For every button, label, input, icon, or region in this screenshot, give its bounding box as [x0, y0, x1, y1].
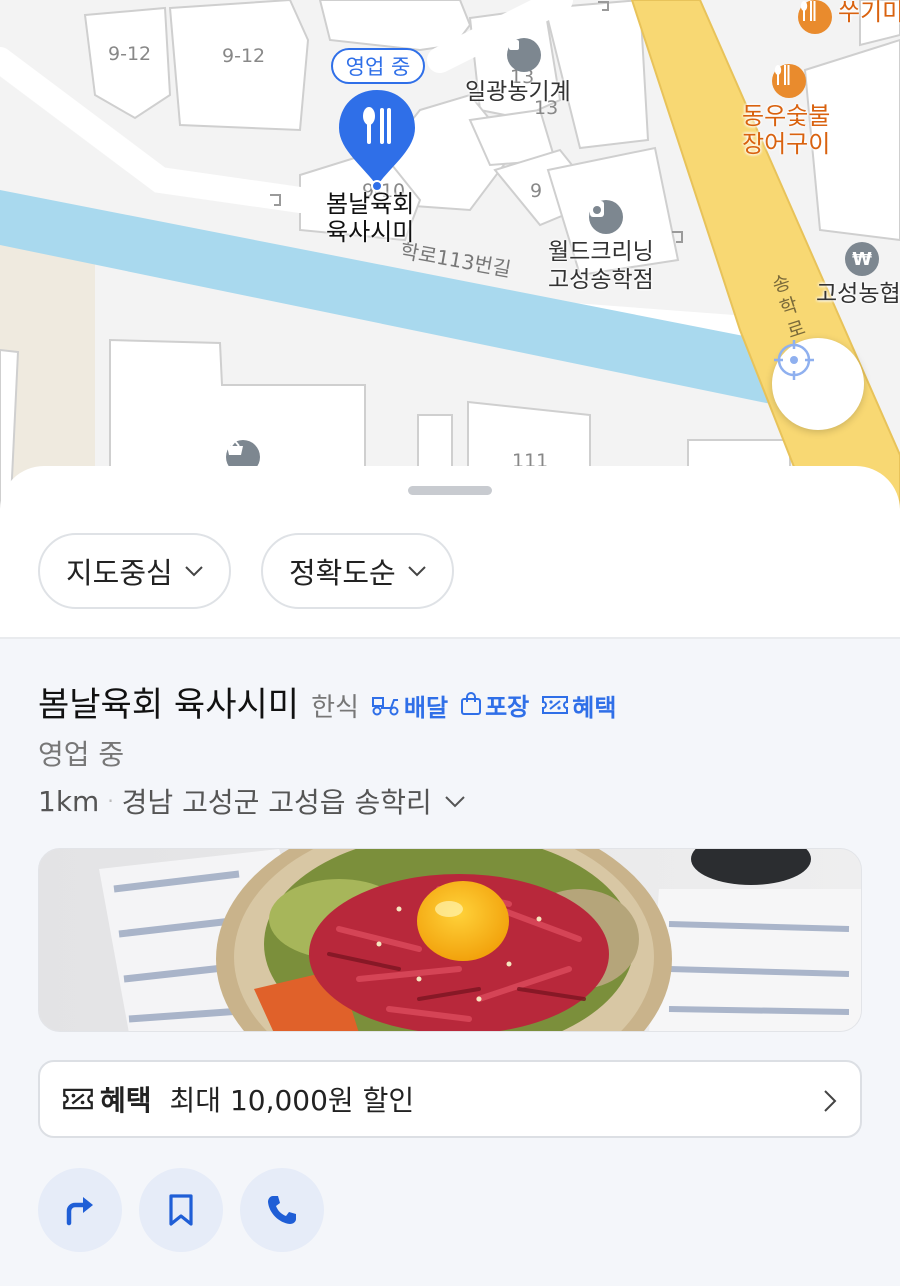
poi-marker-nonghyup[interactable]: ₩ [845, 242, 879, 276]
tag-label: 배달 [403, 693, 449, 722]
sort-filter-chip[interactable]: 정확도순 [261, 533, 454, 609]
poi-label[interactable]: 일광농기계 [465, 78, 571, 106]
poi-marker-ssugimi[interactable] [798, 0, 832, 34]
distance: 1km [38, 784, 100, 818]
place-photo[interactable] [38, 848, 862, 1032]
yukhoe-bowl-image [39, 849, 861, 1031]
separator-dot: · [107, 789, 114, 813]
selected-place-label[interactable]: 봄날육회 육사시미 [326, 190, 414, 246]
fork-spoon-icon [774, 65, 790, 85]
poi-label[interactable]: 고성농협 [816, 280, 900, 308]
poi-marker-ilgwang[interactable] [507, 38, 541, 72]
bookmark-icon [169, 1194, 193, 1226]
my-location-button[interactable] [772, 338, 864, 430]
takeout-tag: 포장 [460, 687, 529, 722]
location-filter-chip[interactable]: 지도중심 [38, 533, 231, 609]
sheet-drag-handle[interactable] [408, 486, 492, 495]
lot-number: 9-12 [222, 45, 266, 67]
pin-label-line: 육사시미 [326, 218, 415, 246]
shopping-bag-icon [461, 692, 482, 715]
benefit-tag: 혜택 [541, 688, 616, 723]
poi-label[interactable]: 월드크리닝 고성송학점 [548, 238, 654, 294]
bookmark-button[interactable] [139, 1168, 223, 1252]
benefit-text: 최대 10,000원 할인 [169, 1084, 415, 1117]
phone-button[interactable] [240, 1168, 324, 1252]
location-filter-label: 지도중심 [66, 556, 173, 590]
crosshair-icon [774, 340, 814, 380]
benefit-banner[interactable]: 혜택 최대 10,000원 할인 [38, 1060, 862, 1138]
delivery-tag: 배달 [371, 688, 448, 723]
chevron-down-icon [445, 796, 465, 808]
selected-place-pin[interactable] [337, 88, 417, 192]
poi-label-line: 고성송학점 [548, 267, 654, 293]
address-row[interactable]: 1km · 경남 고성군 고성읍 송학리 [38, 781, 468, 821]
result-title-row: 봄날육회 육사시미 한식 배달 포장 혜택 [38, 677, 616, 726]
tag-label: 혜택 [572, 693, 617, 722]
square-dot-icon [509, 40, 519, 50]
laundry-icon [590, 201, 604, 217]
coupon-icon [542, 696, 569, 714]
chevron-down-icon [185, 566, 203, 577]
poi-marker-dongwoo[interactable] [772, 64, 806, 98]
open-status-badge: 영업 중 [331, 48, 425, 84]
poi-label-line: 월드크리닝 [548, 239, 654, 265]
poi-label[interactable]: 동우숯불 장어구이 [742, 102, 830, 158]
poi-marker-world-cleaning[interactable] [589, 200, 623, 234]
place-category: 한식 [311, 693, 359, 723]
address: 경남 고성군 고성읍 송학리 [121, 786, 432, 819]
delivery-scooter-icon [371, 697, 399, 716]
chevron-down-icon [408, 566, 426, 577]
directions-button[interactable] [38, 1168, 122, 1252]
business-status: 영업 중 [38, 738, 125, 771]
won-icon: ₩ [852, 248, 872, 270]
tag-label: 포장 [485, 692, 530, 721]
fork-spoon-icon [800, 1, 816, 21]
sort-filter-label: 정확도순 [289, 556, 396, 590]
benefit-label: 혜택 [100, 1084, 152, 1117]
poi-label-line: 동우숯불 [742, 102, 831, 130]
results-bottom-sheet: 지도중심 정확도순 봄날육회 육사시미 한식 배달 포장 혜택 영업 중 1km… [0, 466, 900, 1286]
poi-label-line: 장어구이 [742, 130, 831, 158]
basket-icon [227, 440, 243, 455]
pin-label-line: 봄날육회 [326, 190, 415, 218]
map-view[interactable]: 9-12 9-12 13 13 9 9-10 111 학로113번길 송학로 일… [0, 0, 900, 520]
phone-icon [268, 1196, 296, 1224]
result-card[interactable]: 봄날육회 육사시미 한식 배달 포장 혜택 영업 중 1km · 경남 고성군 … [0, 639, 900, 1286]
coupon-icon [63, 1088, 93, 1110]
directions-icon [66, 1197, 93, 1226]
chevron-right-icon [824, 1090, 837, 1112]
poi-label[interactable]: 쑤기미 [838, 0, 900, 26]
place-name[interactable]: 봄날육회 육사시미 [38, 677, 299, 726]
lot-number: 9-12 [108, 43, 152, 65]
lot-number: 9 [530, 180, 543, 202]
